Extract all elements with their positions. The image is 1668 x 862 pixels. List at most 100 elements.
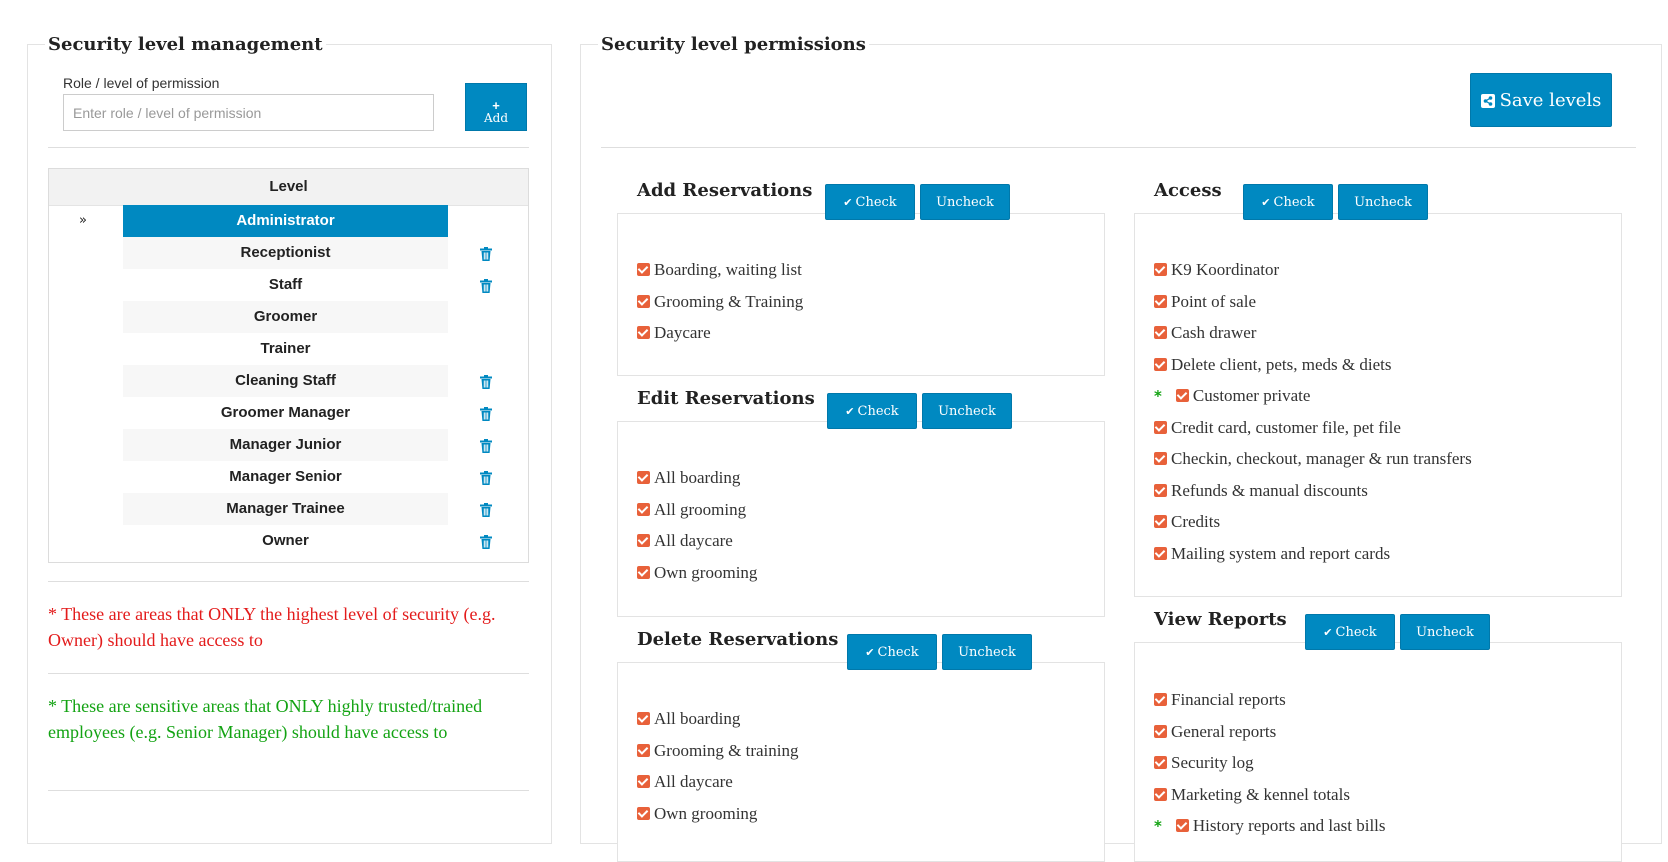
level-row[interactable]: Staff <box>49 269 528 301</box>
permission-item[interactable]: Marketing & kennel totals <box>1154 783 1350 807</box>
permission-checkbox[interactable] <box>1154 263 1167 276</box>
permission-item[interactable]: Security log <box>1154 751 1254 775</box>
permission-item[interactable]: * History reports and last bills <box>1154 814 1386 838</box>
level-name[interactable]: Staff <box>123 269 448 301</box>
permission-item[interactable]: Checkin, checkout, manager & run transfe… <box>1154 447 1472 471</box>
permission-item[interactable]: All boarding <box>637 466 740 490</box>
permission-checkbox[interactable] <box>1154 484 1167 497</box>
permission-item[interactable]: Daycare <box>637 321 711 345</box>
permission-item[interactable]: Credit card, customer file, pet file <box>1154 416 1401 440</box>
permission-checkbox[interactable] <box>637 566 650 579</box>
permission-checkbox[interactable] <box>637 712 650 725</box>
level-row[interactable]: Manager Junior <box>49 429 528 461</box>
permission-item[interactable]: Grooming & training <box>637 739 798 763</box>
level-name[interactable]: Receptionist <box>123 237 448 269</box>
permission-checkbox[interactable] <box>1154 788 1167 801</box>
permission-checkbox[interactable] <box>637 263 650 276</box>
save-levels-button[interactable]: Save levels <box>1470 73 1612 127</box>
trash-icon[interactable] <box>480 407 492 421</box>
level-row[interactable]: Groomer Manager <box>49 397 528 429</box>
permission-item[interactable]: Own grooming <box>637 561 757 585</box>
permission-checkbox[interactable] <box>1154 693 1167 706</box>
trash-icon[interactable] <box>480 439 492 453</box>
role-input-label: Role / level of permission <box>63 75 220 91</box>
permission-checkbox[interactable] <box>637 775 650 788</box>
permission-item[interactable]: Point of sale <box>1154 290 1256 314</box>
permission-checkbox[interactable] <box>1154 295 1167 308</box>
view-reports-check-all-button[interactable]: ✔ Check <box>1305 614 1395 650</box>
add-reservations-uncheck-all-button[interactable]: Uncheck <box>920 184 1010 220</box>
permission-item[interactable]: * Customer private <box>1154 384 1310 408</box>
permission-checkbox[interactable] <box>637 807 650 820</box>
trash-icon[interactable] <box>480 503 492 517</box>
permission-checkbox[interactable] <box>1175 389 1189 402</box>
permission-checkbox[interactable] <box>1154 756 1167 769</box>
permission-checkbox[interactable] <box>1154 725 1167 738</box>
edit-reservations-uncheck-all-button[interactable]: Uncheck <box>922 393 1012 429</box>
permission-checkbox[interactable] <box>1154 326 1167 339</box>
permission-checkbox[interactable] <box>1154 421 1167 434</box>
trash-icon[interactable] <box>480 471 492 485</box>
edit-reservations-check-all-button[interactable]: ✔ Check <box>827 393 917 429</box>
add-reservations-check-all-button[interactable]: ✔ Check <box>825 184 915 220</box>
permission-item[interactable]: General reports <box>1154 720 1276 744</box>
trash-icon[interactable] <box>480 279 492 293</box>
level-name[interactable]: Owner <box>123 525 448 557</box>
level-row[interactable]: Owner <box>49 525 528 557</box>
permission-item[interactable]: Grooming & Training <box>637 290 803 314</box>
permission-checkbox[interactable] <box>637 503 650 516</box>
permission-item[interactable]: Own grooming <box>637 802 757 826</box>
level-name[interactable]: Manager Trainee <box>123 493 448 525</box>
permission-checkbox[interactable] <box>637 326 650 339</box>
level-row[interactable]: Manager Trainee <box>49 493 528 525</box>
level-name[interactable]: Administrator <box>123 205 448 237</box>
delete-reservations-check-all-button[interactable]: ✔ Check <box>847 634 937 670</box>
permission-checkbox[interactable] <box>637 295 650 308</box>
permission-item[interactable]: Financial reports <box>1154 688 1286 712</box>
permission-checkbox[interactable] <box>1154 358 1167 371</box>
permission-checkbox[interactable] <box>1154 452 1167 465</box>
role-input[interactable] <box>63 94 434 131</box>
permission-checkbox[interactable] <box>637 534 650 547</box>
trash-icon[interactable] <box>480 247 492 261</box>
delete-reservations-uncheck-all-button[interactable]: Uncheck <box>942 634 1032 670</box>
permission-item[interactable]: All daycare <box>637 770 733 794</box>
level-row[interactable]: Receptionist <box>49 237 528 269</box>
access-uncheck-all-button[interactable]: Uncheck <box>1338 184 1428 220</box>
level-name[interactable]: Cleaning Staff <box>123 365 448 397</box>
level-row[interactable]: » Administrator <box>49 205 528 237</box>
level-name[interactable]: Manager Junior <box>123 429 448 461</box>
permission-item[interactable]: Delete client, pets, meds & diets <box>1154 353 1391 377</box>
permission-checkbox[interactable] <box>637 471 650 484</box>
permission-label: All grooming <box>654 500 747 519</box>
trash-icon[interactable] <box>480 375 492 389</box>
permission-checkbox[interactable] <box>1175 819 1189 832</box>
permission-item[interactable]: All boarding <box>637 707 740 731</box>
level-name[interactable]: Manager Senior <box>123 461 448 493</box>
permission-label: Credit card, customer file, pet file <box>1171 418 1401 437</box>
checkmark-icon: ✔ <box>843 196 853 209</box>
level-row[interactable]: Groomer <box>49 301 528 333</box>
level-row[interactable]: Manager Senior <box>49 461 528 493</box>
add-role-button[interactable]: + Add <box>465 83 527 131</box>
permission-checkbox[interactable] <box>1154 515 1167 528</box>
permission-item[interactable]: Mailing system and report cards <box>1154 542 1390 566</box>
permission-label: Mailing system and report cards <box>1171 544 1391 563</box>
permission-checkbox[interactable] <box>1154 547 1167 560</box>
view-reports-uncheck-all-button[interactable]: Uncheck <box>1400 614 1490 650</box>
permission-item[interactable]: Cash drawer <box>1154 321 1256 345</box>
permission-item[interactable]: All daycare <box>637 529 733 553</box>
permission-item[interactable]: Refunds & manual discounts <box>1154 479 1368 503</box>
permission-checkbox[interactable] <box>637 744 650 757</box>
trash-icon[interactable] <box>480 535 492 549</box>
level-name[interactable]: Groomer Manager <box>123 397 448 429</box>
permission-item[interactable]: Credits <box>1154 510 1220 534</box>
permission-item[interactable]: All grooming <box>637 498 746 522</box>
level-name[interactable]: Groomer <box>123 301 448 333</box>
permission-item[interactable]: Boarding, waiting list <box>637 258 802 282</box>
level-row[interactable]: Trainer <box>49 333 528 365</box>
access-check-all-button[interactable]: ✔ Check <box>1243 184 1333 220</box>
permission-item[interactable]: K9 Koordinator <box>1154 258 1279 282</box>
level-row[interactable]: Cleaning Staff <box>49 365 528 397</box>
level-name[interactable]: Trainer <box>123 333 448 365</box>
